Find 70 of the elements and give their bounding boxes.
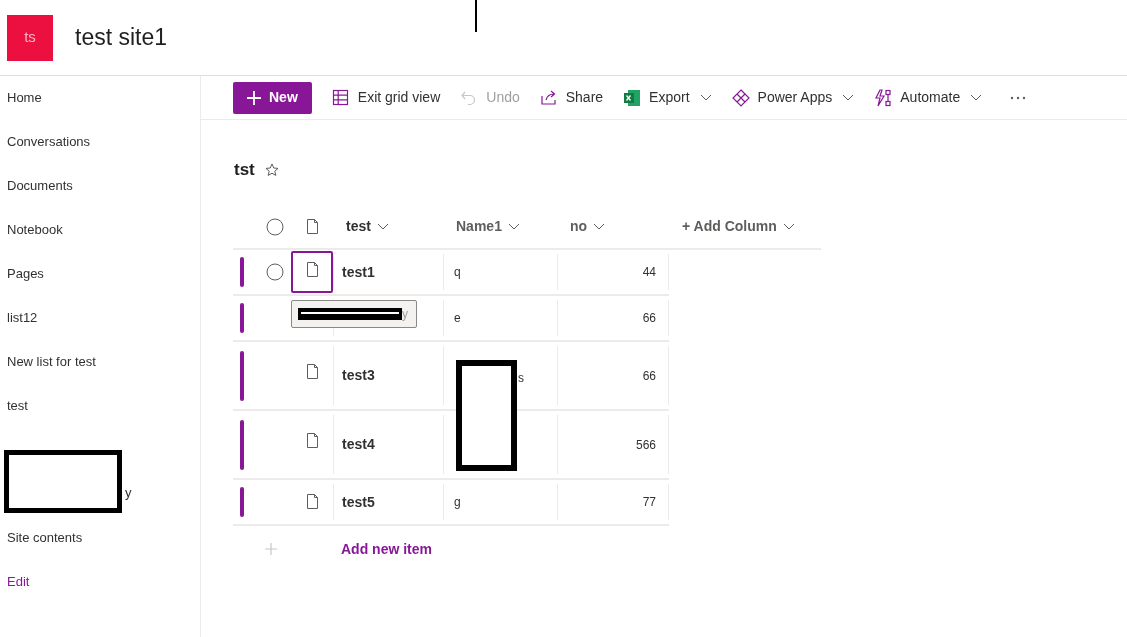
flow-icon xyxy=(874,88,893,107)
table-cell-text: test1 xyxy=(342,262,375,282)
row-indicator xyxy=(240,257,244,287)
column-header[interactable]: + Add Column xyxy=(682,216,795,237)
star-icon[interactable] xyxy=(264,163,279,177)
file-icon xyxy=(305,364,319,379)
spreadsheet-icon xyxy=(623,88,642,107)
nav-link[interactable]: Pages xyxy=(7,264,44,284)
chevron-down-icon xyxy=(507,223,520,230)
column-header[interactable]: Name1 xyxy=(456,216,520,237)
chevron-down-icon xyxy=(376,223,389,230)
row-indicator xyxy=(240,303,244,333)
table-cell-text: 77 xyxy=(642,494,656,511)
table-cell-text: g xyxy=(454,493,462,511)
nav-link[interactable]: Home xyxy=(7,88,42,108)
table-cell-text: 66 xyxy=(642,310,656,327)
share-icon xyxy=(539,88,558,107)
toolbar-button[interactable]: Export xyxy=(623,81,712,114)
file-icon xyxy=(305,433,319,448)
diamond-icon xyxy=(731,88,750,107)
chevron-down-icon xyxy=(699,94,712,101)
nav-link[interactable]: Site contents xyxy=(7,528,83,548)
toolbar-button[interactable]: Exit grid view xyxy=(331,81,441,114)
file-cell[interactable] xyxy=(291,251,333,293)
nav-link[interactable]: list12 xyxy=(7,308,38,328)
table-cell-text: 66 xyxy=(642,367,656,385)
row-indicator xyxy=(240,487,244,517)
nav-link[interactable]: test xyxy=(7,396,28,416)
table-cell-text: test5 xyxy=(342,492,375,512)
table-cell-text: test4 xyxy=(342,435,375,454)
edit-link[interactable]: Edit xyxy=(7,572,30,592)
nav-link-fragment[interactable]: y xyxy=(125,483,132,503)
table-cell-text: s xyxy=(518,370,524,387)
nav-link[interactable]: New list for test xyxy=(7,352,96,372)
table-cell-text: 44 xyxy=(642,264,656,281)
file-type-icon xyxy=(305,219,319,234)
text-cursor xyxy=(475,0,477,32)
plus-icon xyxy=(247,90,261,105)
row-indicator xyxy=(240,419,244,470)
column-header[interactable]: no xyxy=(570,216,606,237)
row-checkbox[interactable] xyxy=(265,263,284,281)
add-new-item-link[interactable]: Add new item xyxy=(341,538,432,560)
chevron-down-icon xyxy=(842,94,855,101)
table-cell-text: 566 xyxy=(635,436,656,454)
list-title: tst xyxy=(234,159,255,182)
site-title[interactable]: test site1 xyxy=(75,20,168,55)
table-icon xyxy=(331,88,350,107)
table-row[interactable]: test1 q 44 xyxy=(233,250,669,296)
column-header[interactable]: test xyxy=(346,216,389,237)
nav-link[interactable]: Conversations xyxy=(7,132,91,152)
chevron-down-icon xyxy=(970,94,983,101)
toolbar-button[interactable]: Automate xyxy=(874,81,983,114)
toolbar-button[interactable]: Power Apps xyxy=(731,81,855,114)
chevron-down-icon xyxy=(782,223,795,230)
nav-link[interactable]: Documents xyxy=(7,176,73,196)
table-cell-text: q xyxy=(454,263,462,281)
nav-link[interactable]: Notebook xyxy=(7,220,63,240)
table-cell-text: e xyxy=(454,309,462,327)
toolbar-button[interactable]: Share xyxy=(539,81,604,114)
select-all-checkbox[interactable] xyxy=(265,217,284,236)
row-indicator xyxy=(240,350,244,401)
tooltip-text-fragment: y xyxy=(402,306,408,323)
new-button[interactable]: New xyxy=(233,81,312,114)
ellipsis-icon xyxy=(1010,95,1027,100)
file-icon xyxy=(305,493,319,509)
table-row[interactable]: test5 g 77 xyxy=(233,480,669,526)
table-cell-text: test3 xyxy=(342,366,375,385)
chevron-down-icon xyxy=(593,223,606,230)
plus-icon xyxy=(265,543,277,555)
file-icon xyxy=(305,261,319,277)
